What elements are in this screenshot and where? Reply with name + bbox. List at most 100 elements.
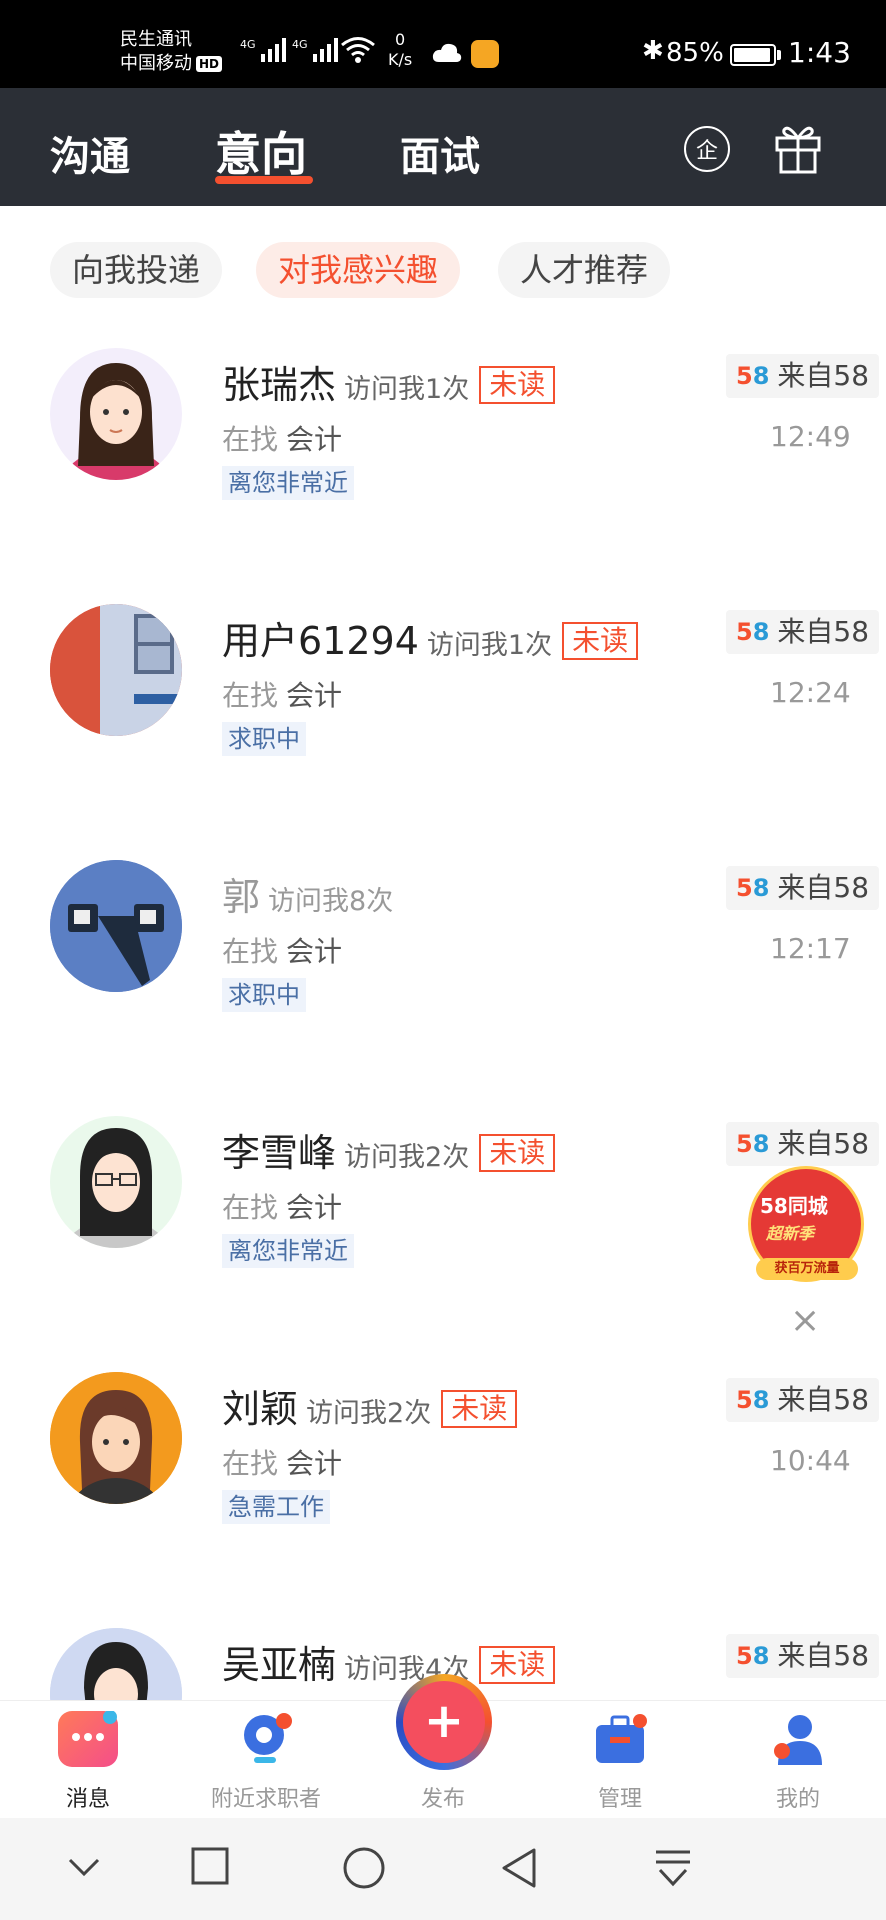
- name-text: 刘颖: [222, 1387, 299, 1431]
- close-icon[interactable]: ×: [790, 1300, 820, 1341]
- avatar: [50, 860, 182, 992]
- signal-icon-1: 4G: [240, 38, 286, 62]
- seeking-info: 在找 会计: [222, 1442, 342, 1482]
- publish-button[interactable]: +: [396, 1674, 492, 1770]
- candidate-name: 张瑞杰 访问我1次 未读: [222, 354, 556, 409]
- nav-label: 我的: [775, 1787, 820, 1812]
- source-text: 来自58: [777, 1127, 870, 1160]
- source-badge: 58 来自58: [726, 1634, 880, 1678]
- status-tag: 离您非常近: [222, 466, 354, 500]
- user-icon: [768, 1711, 828, 1767]
- name-text: 张瑞杰: [222, 363, 337, 407]
- avatar: [50, 1372, 182, 1504]
- seeking-label: 在找: [222, 679, 279, 712]
- location-icon: [236, 1711, 296, 1767]
- home-icon[interactable]: [342, 1846, 386, 1890]
- logo-58-icon: 58: [736, 1130, 770, 1158]
- timestamp: 12:24: [770, 676, 851, 709]
- tab-intent[interactable]: 意向: [215, 118, 307, 184]
- signal-icon-2: 4G: [292, 38, 338, 62]
- app-notification-icon: [471, 40, 499, 68]
- plus-icon: +: [403, 1681, 485, 1763]
- timestamp: 12:17: [770, 932, 851, 965]
- seeking-info: 在找 会计: [222, 674, 342, 714]
- notification-shade-icon[interactable]: [652, 1846, 694, 1890]
- message-icon: [58, 1710, 118, 1767]
- hd-badge: HD: [196, 56, 223, 72]
- source-badge: 58 来自58: [726, 866, 880, 910]
- logo-58-icon: 58: [736, 1642, 770, 1670]
- unread-badge: 未读: [479, 1134, 556, 1172]
- name-text: 李雪峰: [222, 1131, 337, 1175]
- avatar: [50, 604, 182, 736]
- name-text: 郭: [222, 875, 261, 919]
- back-icon[interactable]: [498, 1846, 538, 1890]
- network-label-2: 4G: [292, 38, 308, 51]
- carrier-name-1: 民生通讯: [120, 29, 192, 50]
- seeking-info: 在找 会计: [222, 930, 342, 970]
- nav-mine[interactable]: 我的: [728, 1701, 868, 1813]
- job-title: 会计: [286, 1447, 343, 1480]
- nav-nearby-seekers[interactable]: 附近求职者: [196, 1701, 336, 1813]
- unread-badge: 未读: [441, 1390, 518, 1428]
- tab-interview[interactable]: 面试: [400, 124, 480, 182]
- name-text: 用户61294: [222, 619, 419, 663]
- status-tag: 求职中: [222, 978, 306, 1012]
- visit-count: 访问我1次: [426, 630, 553, 661]
- source-text: 来自58: [777, 871, 870, 904]
- nav-label: 消息: [65, 1787, 110, 1812]
- clock: 1:43: [788, 36, 851, 69]
- candidate-item[interactable]: 郭访问我8次 在找 会计 求职中 58 来自58 12:17: [0, 860, 886, 1116]
- seeking-label: 在找: [222, 1447, 279, 1480]
- battery-icon: [730, 44, 776, 66]
- avatar: [50, 1628, 182, 1700]
- job-title: 会计: [286, 935, 343, 968]
- logo-58-icon: 58: [736, 618, 770, 646]
- nav-messages[interactable]: 消息: [18, 1701, 158, 1813]
- visit-count: 访问我2次: [306, 1398, 432, 1429]
- active-tab-indicator: [215, 176, 313, 184]
- filter-applied-to-me[interactable]: 向我投递: [50, 242, 223, 298]
- filter-interested-in-me[interactable]: 对我感兴趣: [256, 242, 461, 298]
- logo-58-icon: 58: [736, 1386, 770, 1414]
- source-text: 来自58: [777, 1639, 870, 1672]
- nav-label: 附近求职者: [210, 1787, 321, 1812]
- tab-communicate[interactable]: 沟通: [50, 124, 130, 182]
- timestamp: 12:49: [770, 420, 851, 453]
- promo-ribbon: 获百万流量: [756, 1258, 858, 1280]
- source-text: 来自58: [777, 359, 870, 392]
- seeking-label: 在找: [222, 935, 279, 968]
- briefcase-icon: [590, 1711, 650, 1767]
- candidate-name: 郭访问我8次: [222, 866, 393, 921]
- top-header: 沟通 意向 面试 企: [0, 88, 886, 206]
- unread-badge: 未读: [479, 1646, 556, 1684]
- source-badge: 58 来自58: [726, 1122, 880, 1166]
- battery-percent: 85%: [666, 38, 724, 68]
- unread-badge: 未读: [562, 622, 639, 660]
- chevron-down-icon[interactable]: [64, 1846, 104, 1886]
- seeking-info: 在找 会计: [222, 418, 342, 458]
- filter-talent-recommend[interactable]: 人才推荐: [498, 242, 671, 298]
- enterprise-icon[interactable]: 企: [684, 126, 730, 172]
- visit-count: 访问我1次: [344, 374, 470, 405]
- promo-badge[interactable]: 58同城 超新季 获百万流量: [748, 1166, 864, 1286]
- source-text: 来自58: [777, 1383, 870, 1416]
- candidate-item[interactable]: 刘颖 访问我2次 未读 在找 会计 急需工作 58 来自58 10:44: [0, 1372, 886, 1628]
- unread-badge: 未读: [479, 366, 556, 404]
- candidate-item[interactable]: 用户61294 访问我1次 未读 在找 会计 求职中 58 来自58 12:24: [0, 604, 886, 860]
- candidate-name: 吴亚楠 访问我4次 未读: [222, 1634, 556, 1689]
- avatar: [50, 1116, 182, 1248]
- status-tag: 离您非常近: [222, 1234, 354, 1268]
- carrier-info: 民生通讯 中国移动 HD: [120, 28, 223, 76]
- status-tag: 求职中: [222, 722, 306, 756]
- seeking-label: 在找: [222, 1191, 279, 1224]
- status-bar: 民生通讯 中国移动 HD 4G 4G 0 K/s ✱ 85% 1:43: [0, 0, 886, 88]
- job-title: 会计: [286, 679, 343, 712]
- recent-apps-icon[interactable]: [190, 1846, 230, 1886]
- nav-manage[interactable]: 管理: [550, 1701, 690, 1813]
- candidate-name: 李雪峰 访问我2次 未读: [222, 1122, 556, 1177]
- gift-icon[interactable]: [774, 122, 822, 174]
- candidate-item[interactable]: 张瑞杰 访问我1次 未读 在找 会计 离您非常近 58 来自58 12:49: [0, 348, 886, 604]
- name-text: 吴亚楠: [222, 1643, 337, 1687]
- promo-title: 58同城: [760, 1194, 828, 1218]
